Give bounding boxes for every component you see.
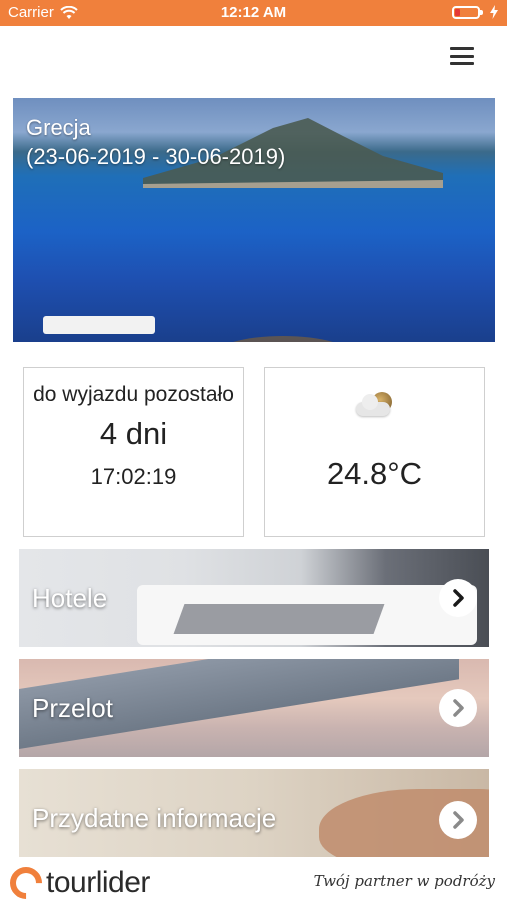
weather-card: 24.8°C — [264, 367, 485, 537]
status-bar: Carrier 12:12 AM — [0, 0, 507, 26]
flight-tile[interactable]: Przelot — [19, 659, 489, 757]
brand-tagline: Twój partner w podróży — [313, 872, 495, 890]
hotels-label: Hotele — [32, 583, 108, 613]
island-shape — [213, 336, 353, 342]
temperature-value: 24.8°C — [326, 456, 423, 491]
useful-info-tile[interactable]: Przydatne informacje — [19, 769, 489, 857]
countdown-card: do wyjazdu pozostało 4 dni 17:02:19 — [23, 367, 244, 537]
destination-name: Grecja — [26, 115, 91, 140]
status-right — [452, 5, 499, 19]
battery-icon — [452, 5, 483, 19]
brand-name: tourlider — [46, 866, 150, 899]
brand-logo: tourlider — [3, 860, 150, 900]
boat-shape — [43, 316, 155, 334]
chevron-right-icon[interactable] — [439, 801, 477, 839]
footer: tourlider Twój partner w podróży — [0, 860, 507, 900]
useful-info-label: Przydatne informacje — [32, 803, 277, 833]
tourlider-logo-icon — [3, 860, 49, 900]
chevron-right-icon[interactable] — [439, 579, 477, 617]
flight-label: Przelot — [32, 693, 113, 723]
status-time: 12:12 AM — [220, 4, 287, 21]
hero-title: Grecja (23-06-2019 - 30-06-2019) — [26, 113, 285, 171]
trip-dates: (23-06-2019 - 30-06-2019) — [26, 144, 286, 169]
blanket-illustration — [173, 604, 385, 634]
destination-hero-image: Grecja (23-06-2019 - 30-06-2019) — [13, 98, 495, 342]
countdown-days: 4 dni — [99, 416, 168, 451]
partly-cloudy-icon — [350, 390, 400, 422]
countdown-time: 17:02:19 — [90, 464, 177, 489]
chevron-right-icon[interactable] — [439, 689, 477, 727]
countdown-label: do wyjazdu pozostało — [33, 383, 234, 406]
charging-bolt-icon — [490, 5, 498, 19]
hamburger-menu-icon[interactable] — [450, 47, 474, 65]
hotels-tile[interactable]: Hotele — [19, 549, 489, 647]
